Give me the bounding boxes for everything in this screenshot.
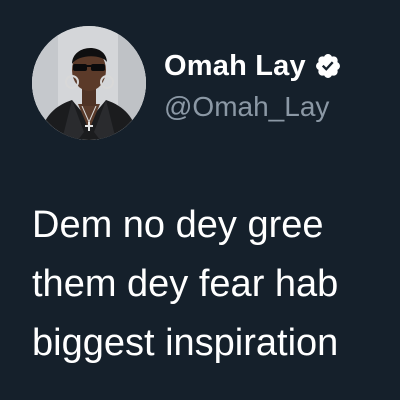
display-name[interactable]: Omah Lay — [164, 46, 306, 86]
verified-badge-icon — [314, 52, 342, 80]
tweet-text-line: biggest inspiration — [32, 322, 339, 364]
author-handle[interactable]: @Omah_Lay — [164, 88, 329, 126]
tweet-card: Omah Lay @Omah_Lay Dem no dey gree them … — [0, 0, 400, 400]
tweet-text: Dem no dey gree them dey fear hab bigges… — [32, 196, 400, 373]
avatar[interactable] — [32, 26, 146, 140]
tweet-text-line: them dey fear hab — [32, 263, 339, 305]
author-name-row[interactable]: Omah Lay — [164, 46, 342, 86]
avatar-photo — [32, 26, 146, 140]
tweet-text-line: Dem no dey gree — [32, 204, 324, 246]
